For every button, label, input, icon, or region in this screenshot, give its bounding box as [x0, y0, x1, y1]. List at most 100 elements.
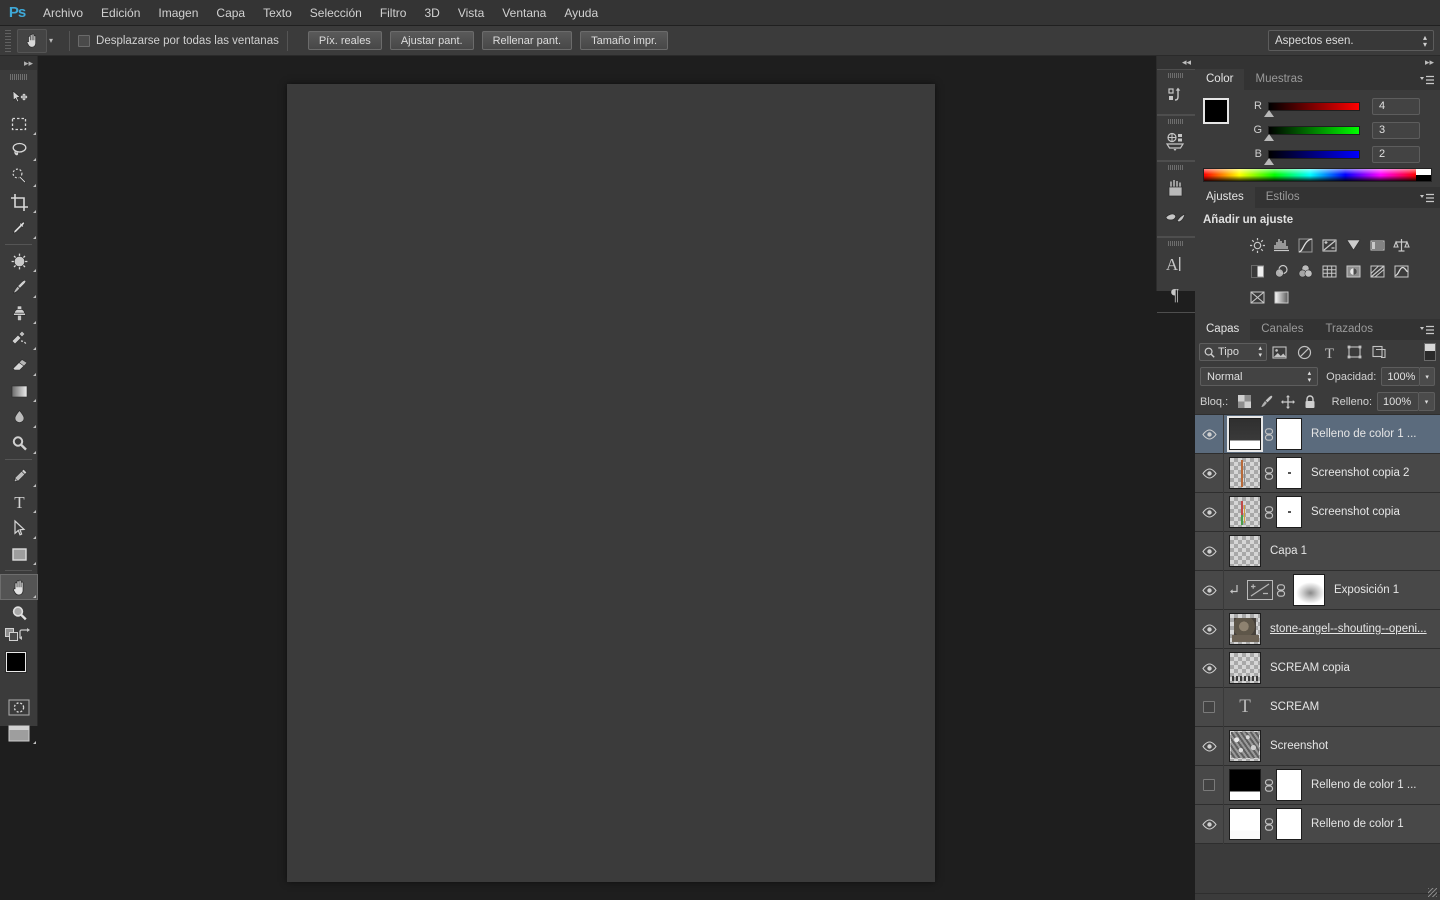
menu-capa[interactable]: Capa — [207, 0, 254, 26]
black-and-white-icon[interactable] — [1245, 258, 1269, 284]
layer-visibility-toggle[interactable] — [1195, 687, 1224, 727]
layer-style-fx-icon[interactable]: fx — [1248, 897, 1268, 900]
new-adjustment-layer-icon[interactable] — [1308, 897, 1328, 900]
layer-link-icon[interactable] — [1261, 427, 1276, 441]
type-layer-thumbnail[interactable]: T — [1229, 696, 1261, 718]
move-tool[interactable] — [0, 85, 38, 111]
layer-thumbnail[interactable] — [1229, 808, 1261, 840]
add-layer-mask-icon[interactable] — [1278, 897, 1298, 900]
channel-slider-r[interactable] — [1264, 101, 1360, 117]
layer-visibility-toggle[interactable] — [1195, 804, 1224, 844]
fill-chevron-down-icon[interactable]: ▾ — [1419, 392, 1435, 411]
adjustment-layer-thumbnail[interactable] — [1247, 580, 1273, 600]
color-panel-foreground-swatch[interactable] — [1203, 98, 1229, 124]
eyedropper-tool[interactable] — [0, 215, 38, 241]
channel-slider-g[interactable] — [1264, 125, 1360, 141]
exposure-icon[interactable] — [1317, 232, 1341, 258]
new-group-icon[interactable] — [1338, 897, 1358, 900]
hue-saturation-icon[interactable] — [1365, 232, 1389, 258]
photo-filter-icon[interactable] — [1269, 258, 1293, 284]
character-panel-icon[interactable]: A — [1157, 249, 1194, 279]
layer-visibility-toggle[interactable] — [1195, 531, 1224, 571]
table-row[interactable]: T SCREAM — [1195, 687, 1440, 727]
layer-filter-toggle[interactable] — [1424, 343, 1436, 361]
options-bar-grip[interactable] — [3, 29, 13, 52]
3d-panel-icon[interactable] — [1157, 127, 1194, 157]
delete-layer-icon[interactable] — [1398, 897, 1418, 900]
document-canvas[interactable] — [287, 84, 935, 882]
opacity-chevron-down-icon[interactable]: ▾ — [1420, 367, 1435, 386]
curves-icon[interactable] — [1293, 232, 1317, 258]
layer-name[interactable]: Screenshot copia — [1311, 506, 1400, 518]
clone-stamp-tool[interactable] — [0, 300, 38, 326]
zoom-tool[interactable] — [0, 600, 38, 626]
channel-mixer-icon[interactable] — [1293, 258, 1317, 284]
layer-name[interactable]: Relleno de color 1 ... — [1311, 779, 1416, 791]
layer-visibility-toggle[interactable] — [1195, 415, 1224, 454]
fill-screen-button[interactable]: Rellenar pant. — [481, 31, 573, 50]
channel-thumb-b[interactable] — [1264, 157, 1274, 165]
channel-thumb-r[interactable] — [1264, 109, 1274, 117]
color-panel-menu-icon[interactable] — [1418, 73, 1436, 87]
layer-visibility-toggle[interactable] — [1195, 648, 1224, 688]
dock-grip-1[interactable] — [1168, 71, 1184, 80]
layer-link-icon[interactable] — [1261, 505, 1276, 519]
filter-pixel-icon[interactable] — [1267, 342, 1292, 362]
gradient-map-icon[interactable] — [1269, 284, 1293, 310]
layer-link-icon[interactable] — [1261, 778, 1276, 792]
layer-visibility-toggle[interactable] — [1195, 492, 1224, 532]
table-row[interactable]: stone-angel--shouting--openi... — [1195, 609, 1440, 649]
layer-thumbnail[interactable] — [1229, 652, 1261, 684]
tool-preset-chevron-icon[interactable]: ▾ — [49, 36, 53, 45]
tools-collapse-button[interactable]: ▸▸ — [0, 56, 37, 70]
layer-name[interactable]: Capa 1 — [1270, 545, 1307, 557]
menu-ventana[interactable]: Ventana — [493, 0, 555, 26]
layer-thumbnail[interactable] — [1229, 613, 1261, 645]
invert-icon[interactable] — [1341, 258, 1365, 284]
layer-list[interactable]: Relleno de color 1 ... Screenshot copia … — [1195, 414, 1440, 893]
color-balance-icon[interactable] — [1389, 232, 1413, 258]
layer-visibility-toggle[interactable] — [1195, 453, 1224, 493]
filter-smart-object-icon[interactable] — [1367, 342, 1392, 362]
channel-value-g[interactable]: 3 — [1372, 121, 1420, 139]
rectangle-tool[interactable] — [0, 541, 38, 567]
dock-grip-4[interactable] — [1168, 239, 1184, 248]
workspace-selector[interactable]: Aspectos esen. ▴ ▾ — [1268, 30, 1434, 51]
color-lookup-icon[interactable] — [1317, 258, 1341, 284]
fit-screen-button[interactable]: Ajustar pant. — [389, 31, 474, 50]
layer-filter-kind-select[interactable]: Tipo ▴ ▾ — [1199, 343, 1267, 361]
actual-pixels-button[interactable]: Píx. reales — [307, 31, 382, 50]
table-row[interactable]: Screenshot copia 2 — [1195, 453, 1440, 493]
foreground-color-swatch[interactable] — [6, 652, 26, 672]
vibrance-icon[interactable] — [1341, 232, 1365, 258]
menu-texto[interactable]: Texto — [254, 0, 301, 26]
tab-muestras[interactable]: Muestras — [1244, 69, 1313, 90]
tab-ajustes[interactable]: Ajustes — [1195, 187, 1255, 208]
opacity-value[interactable]: 100% — [1381, 367, 1421, 386]
layer-mask-thumbnail[interactable] — [1276, 457, 1302, 489]
tab-trazados[interactable]: Trazados — [1314, 319, 1384, 340]
type-tool[interactable]: T — [0, 489, 38, 515]
layer-link-icon[interactable] — [1261, 817, 1276, 831]
layer-name[interactable]: Relleno de color 1 ... — [1311, 428, 1416, 440]
dock-collapse-button[interactable]: ◂◂ — [1157, 56, 1195, 69]
history-icon[interactable] — [1157, 81, 1194, 111]
blend-mode-select[interactable]: Normal ▴ ▾ — [1200, 367, 1319, 386]
crop-tool[interactable] — [0, 189, 38, 215]
layer-visibility-toggle[interactable] — [1195, 765, 1224, 805]
quick-selection-tool[interactable] — [0, 163, 38, 189]
menu-imagen[interactable]: Imagen — [149, 0, 207, 26]
fill-value[interactable]: 100% — [1377, 392, 1419, 411]
hand-tool[interactable] — [0, 574, 38, 600]
spectrum-gradient[interactable] — [1204, 169, 1416, 181]
layers-panel-menu-icon[interactable] — [1418, 323, 1436, 337]
layer-mask-thumbnail[interactable] — [1276, 496, 1302, 528]
channel-value-r[interactable]: 4 — [1372, 97, 1420, 115]
dock-grip-3[interactable] — [1168, 163, 1184, 172]
table-row[interactable]: SCREAM copia — [1195, 648, 1440, 688]
lock-position-icon[interactable] — [1277, 392, 1299, 412]
tab-estilos[interactable]: Estilos — [1255, 187, 1311, 208]
adjustments-panel-menu-icon[interactable] — [1418, 191, 1436, 205]
screen-mode-icon[interactable] — [0, 720, 38, 746]
filter-shape-icon[interactable] — [1342, 342, 1367, 362]
